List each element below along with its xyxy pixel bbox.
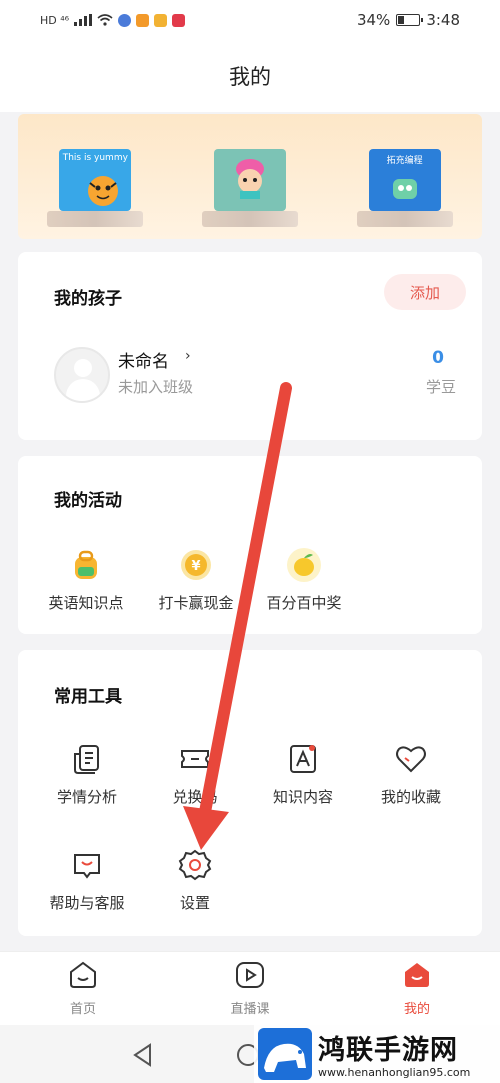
heart-icon <box>392 740 430 778</box>
app-notification-icon <box>172 13 186 27</box>
children-card-title: 我的孩子 <box>54 289 122 309</box>
gear-icon <box>176 846 214 884</box>
activity-checkin-cash[interactable]: ¥ 打卡赢现金 <box>146 546 246 613</box>
watermark-url: www.henanhonglian95.com <box>318 1066 471 1079</box>
backpack-icon <box>67 546 105 584</box>
tool-label: 我的收藏 <box>380 788 441 806</box>
nav-label: 直播课 <box>230 1002 270 1017</box>
nav-live-class[interactable]: 直播课 <box>195 960 305 1017</box>
watermark: 鸿联手游网 www.henanhonglian95.com <box>254 1024 500 1083</box>
tool-knowledge-content[interactable]: 知识内容 <box>253 740 353 807</box>
report-icon <box>68 740 106 778</box>
nav-label: 我的 <box>403 1002 430 1017</box>
banner-cover-text: 拓充编程 <box>386 155 423 166</box>
promo-banner[interactable]: This is yummy 拓充编程 <box>18 114 482 239</box>
activities-card-title: 我的活动 <box>54 491 122 511</box>
tools-card-title: 常用工具 <box>54 687 122 707</box>
chevron-right-icon[interactable]: › <box>185 348 191 364</box>
back-icon[interactable] <box>132 1043 154 1067</box>
home-icon <box>70 961 96 988</box>
beans-label: 学豆 <box>425 378 456 396</box>
play-icon <box>236 962 264 988</box>
svg-text:¥: ¥ <box>191 559 200 574</box>
banner-item[interactable]: This is yummy <box>45 127 145 227</box>
tiger-icon <box>88 175 119 206</box>
bison-logo-icon <box>258 1027 312 1080</box>
tool-label: 设置 <box>179 894 210 912</box>
tool-label: 帮助与客服 <box>49 894 125 912</box>
nav-label: 首页 <box>69 1002 96 1017</box>
app-notification-icon <box>118 13 132 27</box>
activity-lottery[interactable]: 百分百中奖 <box>254 546 354 613</box>
activity-english-points[interactable]: 英语知识点 <box>36 546 136 613</box>
status-right: 34% 3:48 <box>357 11 460 29</box>
app-notification-icon <box>154 13 168 27</box>
activity-label: 打卡赢现金 <box>158 594 234 612</box>
watermark-text: 鸿联手游网 www.henanhonglian95.com <box>318 1028 470 1079</box>
child-name[interactable]: 未命名 <box>118 347 169 372</box>
banner-cover-text: This is yummy <box>62 152 128 163</box>
bottom-nav: 首页 直播课 我的 <box>0 951 500 1025</box>
add-child-button[interactable]: 添加 <box>384 274 466 310</box>
tool-redeem-code[interactable]: 兑换码 <box>145 740 245 807</box>
banner-caption-blurred <box>201 210 298 227</box>
tool-settings[interactable]: 设置 <box>145 846 245 913</box>
watermark-title: 鸿联手游网 <box>318 1035 458 1066</box>
nav-home[interactable]: 首页 <box>28 960 138 1017</box>
activities-card: 我的活动 英语知识点 ¥ 打卡赢现金 百分百中奖 <box>18 456 482 634</box>
coin-icon: ¥ <box>177 546 215 584</box>
clock: 3:48 <box>426 11 460 29</box>
status-bar: HD ⁴⁶ 34% 3:48 <box>0 0 500 40</box>
banner-caption-blurred <box>356 210 453 227</box>
battery-icon <box>396 14 424 26</box>
children-card: 我的孩子 添加 未命名 › 未加入班级 0 学豆 <box>18 252 482 440</box>
nav-profile[interactable]: 我的 <box>362 960 472 1017</box>
robot-icon <box>392 178 417 199</box>
tool-learning-analysis[interactable]: 学情分析 <box>37 740 137 807</box>
signal-icon <box>74 14 93 26</box>
profile-icon <box>405 963 429 987</box>
page-header: 我的 <box>0 40 500 112</box>
tool-my-favorites[interactable]: 我的收藏 <box>361 740 461 807</box>
beans-count[interactable]: 0 <box>432 348 444 368</box>
tool-label: 兑换码 <box>172 788 218 806</box>
lemon-icon <box>285 546 323 584</box>
battery-percent: 34% <box>356 11 391 29</box>
activity-label: 英语知识点 <box>48 594 124 612</box>
help-icon <box>68 846 106 884</box>
banner-item[interactable] <box>200 127 300 227</box>
ticket-icon <box>176 740 214 778</box>
wifi-icon <box>97 14 113 26</box>
tool-help-service[interactable]: 帮助与客服 <box>37 846 137 913</box>
avatar[interactable] <box>54 347 110 403</box>
character-icon <box>235 158 264 199</box>
app-notification-icon <box>136 13 150 27</box>
knowledge-icon <box>284 740 322 778</box>
tools-card: 常用工具 学情分析 兑换码 知识内容 我的收藏 帮助与客服 设置 <box>18 650 482 936</box>
child-class-status: 未加入班级 <box>118 378 194 396</box>
status-icons: HD ⁴⁶ <box>40 13 186 27</box>
tool-label: 学情分析 <box>56 788 117 806</box>
page-title: 我的 <box>229 65 271 89</box>
activity-label: 百分百中奖 <box>266 594 342 612</box>
banner-caption-blurred <box>47 210 144 227</box>
network-label: HD ⁴⁶ <box>40 13 70 27</box>
tool-label: 知识内容 <box>272 788 333 806</box>
banner-item[interactable]: 拓充编程 <box>355 127 455 227</box>
